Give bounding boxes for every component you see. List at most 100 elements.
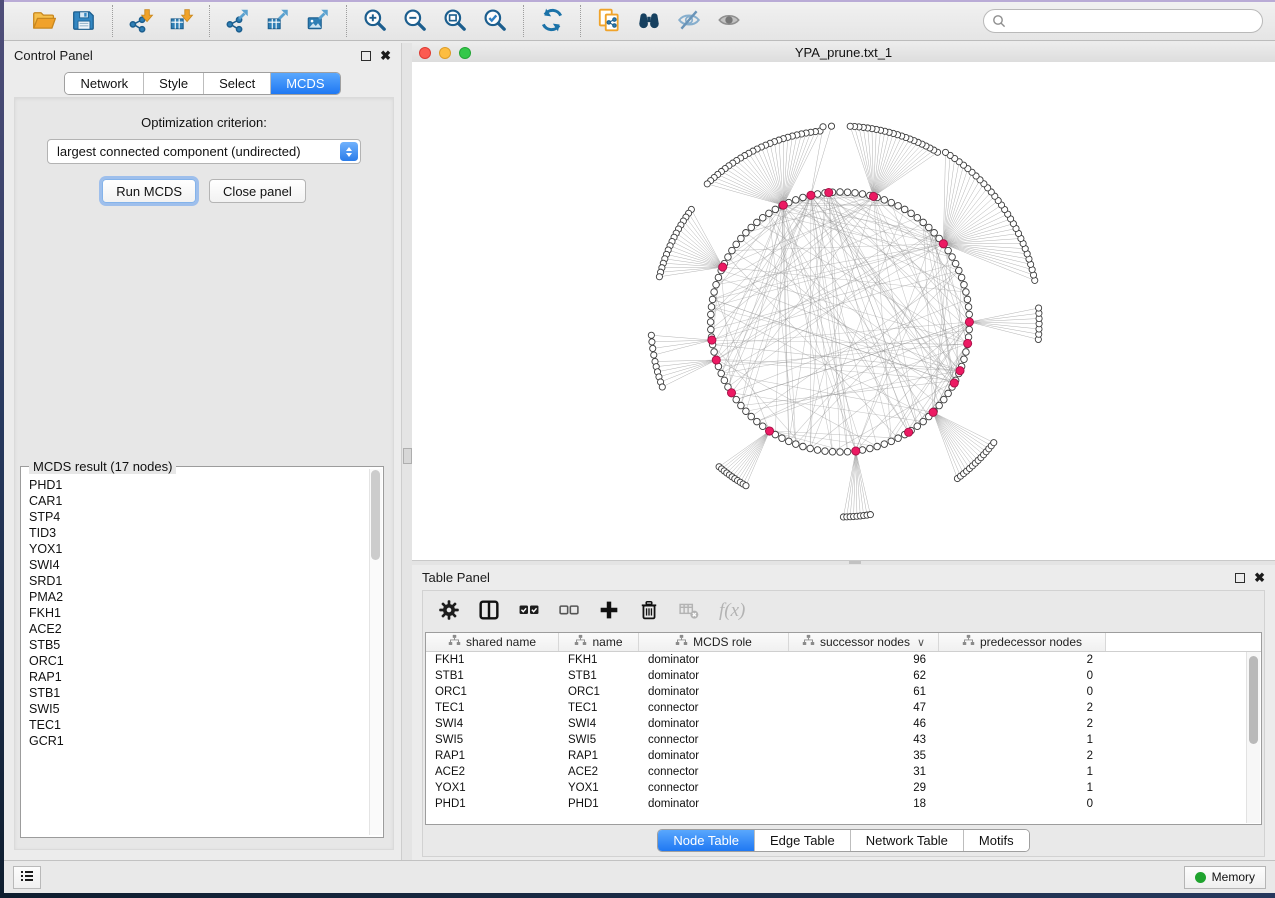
mcds-result-item[interactable]: SWI5 [29, 701, 369, 717]
network-node[interactable] [650, 345, 656, 351]
network-node[interactable] [800, 194, 807, 201]
mcds-result-item[interactable]: ACE2 [29, 621, 369, 637]
network-node[interactable] [792, 441, 799, 448]
network-node[interactable] [800, 443, 807, 450]
table-row[interactable]: RAP1RAP1dominator352 [426, 748, 1261, 764]
search-input[interactable] [983, 9, 1263, 33]
network-node[interactable] [649, 339, 655, 345]
zoom-selected-button[interactable] [477, 5, 513, 37]
network-node[interactable] [949, 254, 956, 261]
network-node[interactable] [908, 210, 915, 217]
network-node[interactable] [718, 370, 725, 377]
network-node[interactable] [888, 199, 895, 206]
mcds-hub-node[interactable] [765, 427, 773, 435]
mcds-result-item[interactable]: PHD1 [29, 477, 369, 493]
network-node[interactable] [733, 396, 740, 403]
table-row[interactable]: PHD1PHD1dominator180 [426, 796, 1261, 812]
memory-button[interactable]: Memory [1184, 866, 1266, 889]
network-node[interactable] [881, 197, 888, 204]
mcds-hub-node[interactable] [719, 263, 727, 271]
network-node[interactable] [874, 443, 881, 450]
network-node[interactable] [754, 219, 761, 226]
open-file-button[interactable] [26, 5, 62, 37]
network-node[interactable] [945, 247, 952, 254]
network-node[interactable] [991, 440, 997, 446]
network-node[interactable] [659, 384, 665, 390]
mcds-result-item[interactable]: TEC1 [29, 717, 369, 733]
network-node[interactable] [733, 241, 740, 248]
network-node[interactable] [926, 224, 933, 231]
network-node[interactable] [748, 224, 755, 231]
network-node[interactable] [965, 304, 972, 311]
close-panel-button-2[interactable]: Close panel [209, 179, 306, 203]
network-node[interactable] [1036, 305, 1042, 311]
save-session-button[interactable] [66, 5, 102, 37]
mcds-hub-node[interactable] [950, 379, 958, 387]
network-node[interactable] [966, 326, 973, 333]
network-node[interactable] [852, 190, 859, 197]
network-node[interactable] [721, 377, 728, 384]
network-node[interactable] [711, 289, 718, 296]
network-node[interactable] [895, 203, 902, 210]
add-row-button[interactable] [599, 600, 619, 623]
network-node[interactable] [709, 296, 716, 303]
tab-motifs[interactable]: Motifs [963, 830, 1029, 851]
mcds-hub-node[interactable] [807, 191, 815, 199]
network-node[interactable] [844, 189, 851, 196]
table-row[interactable]: FKH1FKH1dominator962 [426, 652, 1261, 668]
mcds-hub-node[interactable] [905, 428, 913, 436]
network-node[interactable] [952, 260, 959, 267]
copy-style-button[interactable] [591, 5, 627, 37]
mcds-hub-node[interactable] [939, 240, 947, 248]
network-node[interactable] [920, 219, 927, 226]
vertical-splitter-handle[interactable] [403, 448, 412, 464]
mcds-hub-node[interactable] [708, 336, 716, 344]
table-row[interactable]: ACE2ACE2connector311 [426, 764, 1261, 780]
mcds-hub-node[interactable] [779, 201, 787, 209]
network-node[interactable] [945, 390, 952, 397]
network-node[interactable] [837, 189, 844, 196]
network-node[interactable] [914, 214, 921, 221]
network-node[interactable] [759, 214, 766, 221]
tab-network-table[interactable]: Network Table [850, 830, 963, 851]
mcds-hub-node[interactable] [869, 192, 877, 200]
close-panel-button[interactable]: ✖ [380, 49, 391, 62]
network-node[interactable] [820, 124, 826, 130]
window-minimize-icon[interactable] [439, 47, 451, 59]
delete-rows-button[interactable] [639, 600, 659, 623]
column-header-name[interactable]: name [559, 633, 639, 651]
table-scrollbar[interactable] [1246, 652, 1260, 823]
window-zoom-icon[interactable] [459, 47, 471, 59]
show-all-button[interactable] [711, 5, 747, 37]
network-node[interactable] [956, 267, 963, 274]
network-node[interactable] [964, 296, 971, 303]
float-panel-button[interactable] [361, 51, 371, 61]
network-node[interactable] [867, 445, 874, 452]
table-row[interactable]: ORC1ORC1dominator610 [426, 684, 1261, 700]
network-node[interactable] [895, 435, 902, 442]
tab-network[interactable]: Network [65, 73, 143, 94]
horizontal-splitter-handle[interactable] [849, 561, 861, 564]
table-row[interactable]: TEC1TEC1connector472 [426, 700, 1261, 716]
mcds-result-item[interactable]: SRD1 [29, 573, 369, 589]
network-node[interactable] [648, 332, 654, 338]
network-node[interactable] [715, 274, 722, 281]
window-close-icon[interactable] [419, 47, 431, 59]
show-panels-button[interactable] [13, 866, 41, 889]
mcds-result-item[interactable]: RAP1 [29, 669, 369, 685]
mcds-result-item[interactable]: SWI4 [29, 557, 369, 573]
network-node[interactable] [779, 435, 786, 442]
mcds-hub-node[interactable] [956, 367, 964, 375]
tab-node-table[interactable]: Node Table [658, 830, 754, 851]
close-table-panel-button[interactable]: ✖ [1254, 571, 1265, 584]
float-table-panel-button[interactable] [1235, 573, 1245, 583]
network-node[interactable] [729, 247, 736, 254]
network-node[interactable] [958, 274, 965, 281]
network-node[interactable] [867, 511, 873, 517]
mcds-result-item[interactable]: PMA2 [29, 589, 369, 605]
network-node[interactable] [708, 304, 715, 311]
mcds-result-item[interactable]: TID3 [29, 525, 369, 541]
network-node[interactable] [822, 448, 829, 455]
network-node[interactable] [651, 352, 657, 358]
network-node[interactable] [704, 181, 710, 187]
